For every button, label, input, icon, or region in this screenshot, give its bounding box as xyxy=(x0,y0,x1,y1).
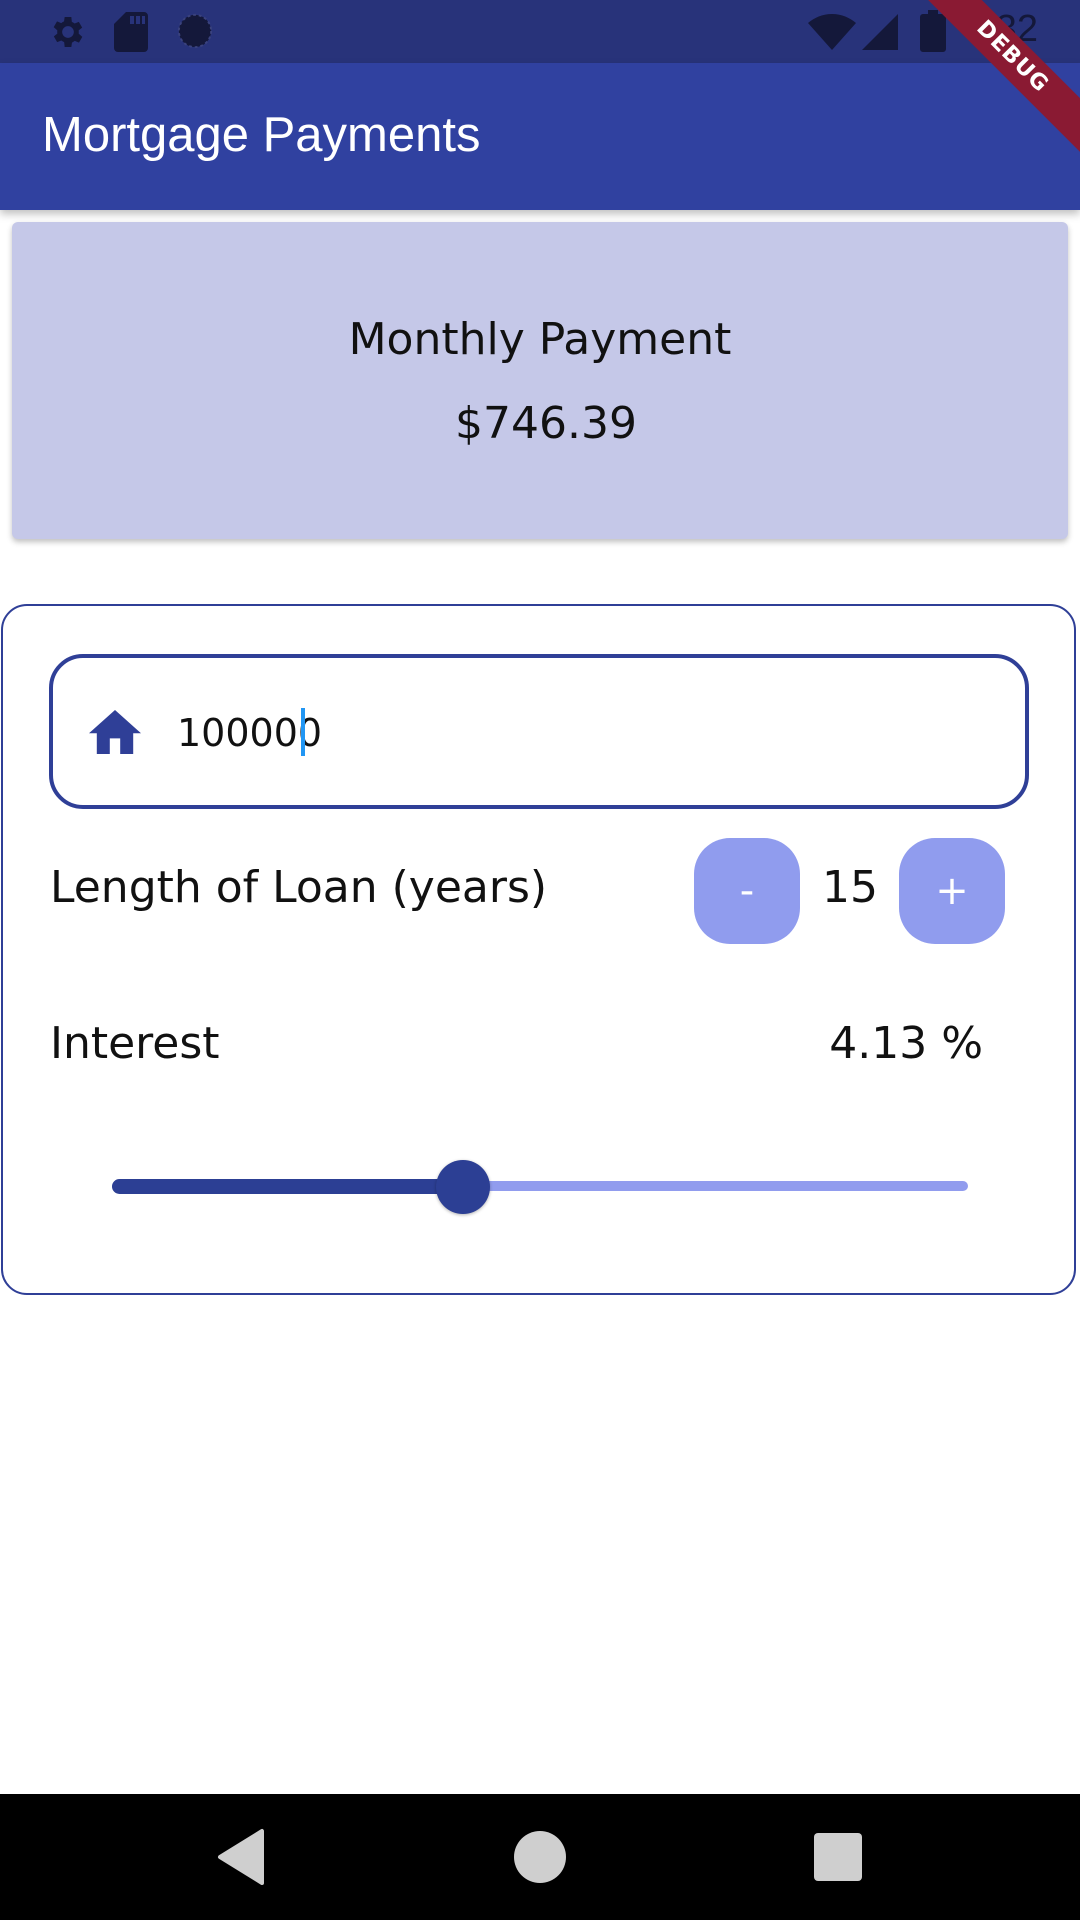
navigation-bar xyxy=(0,1794,1080,1920)
slider-thumb[interactable] xyxy=(436,1160,490,1214)
wifi-icon xyxy=(808,14,856,50)
interest-value: 4.13 % xyxy=(829,1018,983,1069)
sd-card-icon xyxy=(114,12,148,52)
battery-icon xyxy=(920,10,946,52)
home-icon xyxy=(89,710,141,754)
text-caret xyxy=(301,708,305,756)
decrement-years-button[interactable]: - xyxy=(694,838,800,944)
loan-length-label: Length of Loan (years) xyxy=(50,862,548,913)
loan-years-value: 15 xyxy=(822,862,878,913)
back-icon[interactable] xyxy=(212,1827,272,1887)
home-circle-icon[interactable] xyxy=(510,1827,570,1887)
app-title: Mortgage Payments xyxy=(42,108,481,162)
monthly-payment-label: Monthly Payment xyxy=(348,314,732,365)
loan-amount-field[interactable] xyxy=(49,654,1029,809)
app-screen: 6:32 Mortgage Payments DEBUG Monthly Pay… xyxy=(0,0,1080,1920)
monthly-payment-value: $746.39 xyxy=(455,398,637,449)
interest-slider[interactable] xyxy=(112,1160,968,1214)
status-bar: 6:32 xyxy=(0,0,1080,63)
app-bar: Mortgage Payments xyxy=(0,63,1080,210)
monthly-payment-card: Monthly Payment $746.39 xyxy=(12,222,1068,539)
slider-active-track xyxy=(112,1179,463,1194)
interest-label: Interest xyxy=(50,1018,220,1069)
loan-amount-input[interactable] xyxy=(177,698,957,768)
status-time: 6:32 xyxy=(964,8,1038,50)
increment-years-button[interactable]: + xyxy=(899,838,1005,944)
settings-icon xyxy=(53,17,83,47)
recents-icon[interactable] xyxy=(808,1827,868,1887)
signal-icon xyxy=(862,14,898,50)
circle-icon xyxy=(177,13,213,49)
